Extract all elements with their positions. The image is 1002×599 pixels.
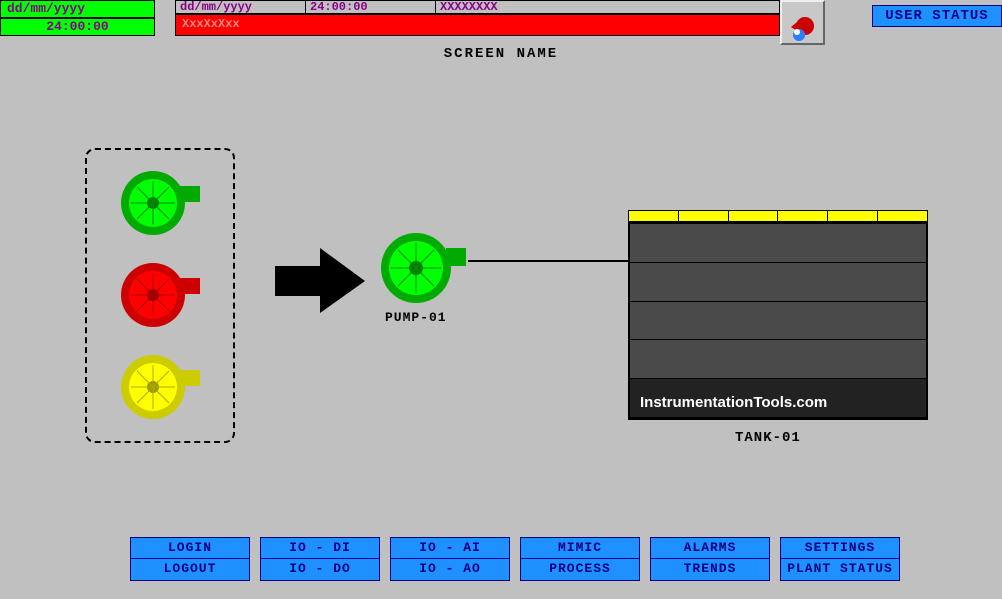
watermark-text: InstrumentationTools.com [640, 394, 827, 411]
mimic-button[interactable]: MIMIC [520, 537, 640, 559]
io-ao-button[interactable]: IO - AO [390, 559, 510, 581]
io-do-button[interactable]: IO - DO [260, 559, 380, 581]
user-status-button[interactable]: USER STATUS [872, 5, 1002, 27]
pump-icon-fault [118, 352, 203, 422]
tank-01-label: TANK-01 [735, 430, 801, 446]
alarm-time: 24:00:00 [306, 1, 436, 13]
alarm-banner[interactable]: XxxXxXxx [175, 14, 780, 36]
tank-top-rail [628, 210, 928, 222]
pump-state-legend [85, 148, 235, 443]
logout-button[interactable]: LOGOUT [130, 559, 250, 581]
alarm-code: XXXXXXXX [436, 1, 779, 13]
io-di-button[interactable]: IO - DI [260, 537, 380, 559]
trends-button[interactable]: TRENDS [650, 559, 770, 581]
io-ai-button[interactable]: IO - AI [390, 537, 510, 559]
alarm-header: dd/mm/yyyy 24:00:00 XXXXXXXX [175, 0, 780, 14]
settings-button[interactable]: SETTINGS [780, 537, 900, 559]
alarms-button[interactable]: ALARMS [650, 537, 770, 559]
pump-icon-stopped [118, 260, 203, 330]
tank-body [628, 222, 928, 420]
tank-01[interactable] [628, 210, 928, 420]
flow-arrow-icon [275, 248, 365, 313]
megaphone-icon [785, 5, 821, 41]
login-button[interactable]: LOGIN [130, 537, 250, 559]
alarm-icon-button[interactable] [780, 0, 825, 45]
pump-icon-running [118, 168, 203, 238]
screen-title: SCREEN NAME [0, 46, 1002, 62]
system-time: 24:00:00 [0, 18, 155, 36]
system-date: dd/mm/yyyy [0, 0, 155, 18]
pump-01-label: PUMP-01 [385, 310, 447, 325]
plant-status-button[interactable]: PLANT STATUS [780, 559, 900, 581]
bottom-nav: LOGIN LOGOUT IO - DI IO - DO IO - AI IO … [130, 537, 900, 581]
pump-01[interactable] [378, 230, 468, 305]
pipe-pump-to-tank [468, 260, 631, 262]
alarm-date: dd/mm/yyyy [176, 1, 306, 13]
process-button[interactable]: PROCESS [520, 559, 640, 581]
